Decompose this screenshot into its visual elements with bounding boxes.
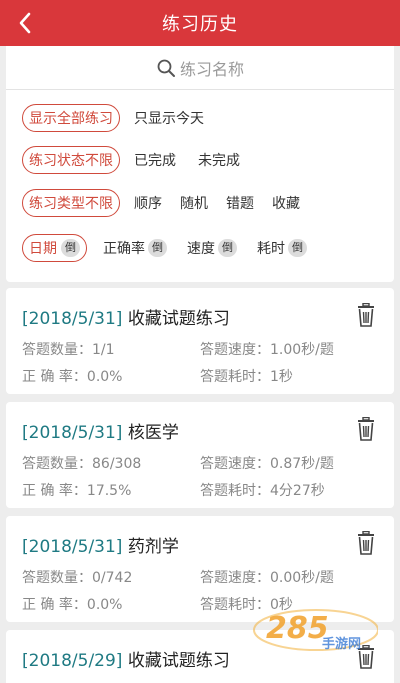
record-time: 答题耗时：1秒 xyxy=(200,369,293,385)
type-option-random[interactable]: 随机 xyxy=(180,193,208,213)
record-title: [2018/5/31] 收藏试题练习 xyxy=(22,304,230,329)
trash-icon[interactable] xyxy=(356,417,376,441)
sort-time-order-badge: 倒 xyxy=(288,239,307,257)
record-date: [2018/5/31] xyxy=(22,309,123,329)
filter-panel: 练习名称 显示全部练习 只显示今天 练习状态不限 已完成 未完成 练习类型不限 … xyxy=(6,46,394,282)
record-speed: 答题速度：0.87秒/题 xyxy=(200,456,334,472)
watermark-number: 285 xyxy=(266,611,329,646)
status-filter-selected[interactable]: 练习状态不限 xyxy=(22,146,120,174)
record-accuracy: 正 确 率：0.0% xyxy=(22,369,123,385)
sort-date-order-badge: 倒 xyxy=(61,239,80,257)
trash-icon[interactable] xyxy=(356,531,376,555)
type-filter-row: 练习类型不限 顺序 随机 错题 收藏 xyxy=(22,188,300,218)
status-filter-row: 练习状态不限 已完成 未完成 xyxy=(22,145,240,175)
sort-time[interactable]: 耗时 倒 xyxy=(257,238,307,258)
record-date: [2018/5/31] xyxy=(22,423,123,443)
record-card[interactable]: [2018/5/31] 核医学 答题数量：86/308 答题速度：0.87秒/题… xyxy=(6,402,394,508)
sort-accuracy[interactable]: 正确率 倒 xyxy=(103,238,167,258)
sort-speed-label: 速度 xyxy=(187,241,215,257)
sort-time-label: 耗时 xyxy=(257,241,285,257)
back-arrow-icon xyxy=(19,12,31,34)
record-name: 收藏试题练习 xyxy=(127,651,230,671)
scope-option-today[interactable]: 只显示今天 xyxy=(134,108,204,128)
type-option-sequential[interactable]: 顺序 xyxy=(134,193,162,213)
status-option-completed[interactable]: 已完成 xyxy=(134,150,176,170)
search-icon xyxy=(157,59,175,77)
search-placeholder: 练习名称 xyxy=(179,59,244,79)
trash-icon[interactable] xyxy=(356,303,376,327)
record-card[interactable]: [2018/5/31] 收藏试题练习 答题数量：1/1 答题速度：1.00秒/题… xyxy=(6,288,394,394)
record-speed: 答题速度：0.00秒/题 xyxy=(200,570,334,586)
record-date: [2018/5/29] xyxy=(22,651,123,671)
sort-speed-order-badge: 倒 xyxy=(218,239,237,257)
sort-speed[interactable]: 速度 倒 xyxy=(187,238,237,258)
record-title: [2018/5/29] 收藏试题练习 xyxy=(22,646,230,671)
record-count: 答题数量：86/308 xyxy=(22,456,142,472)
page-title: 练习历史 xyxy=(162,14,238,35)
status-option-incomplete[interactable]: 未完成 xyxy=(198,150,240,170)
record-title: [2018/5/31] 核医学 xyxy=(22,418,179,443)
scope-filter-selected[interactable]: 显示全部练习 xyxy=(22,104,120,132)
record-date: [2018/5/31] xyxy=(22,537,123,557)
type-option-wrong[interactable]: 错题 xyxy=(226,193,254,213)
type-option-favorite[interactable]: 收藏 xyxy=(272,193,300,213)
app-header: 练习历史 xyxy=(0,0,400,46)
record-count: 答题数量：1/1 xyxy=(22,342,115,358)
record-title: [2018/5/31] 药剂学 xyxy=(22,532,179,557)
sort-accuracy-order-badge: 倒 xyxy=(148,239,167,257)
search-input[interactable]: 练习名称 xyxy=(6,46,394,90)
record-count: 答题数量：0/742 xyxy=(22,570,133,586)
sort-accuracy-label: 正确率 xyxy=(103,241,145,257)
back-button[interactable] xyxy=(12,10,38,36)
watermark-text: 手游网 xyxy=(322,636,361,652)
record-name: 药剂学 xyxy=(127,537,179,557)
scope-filter-row: 显示全部练习 只显示今天 xyxy=(22,103,204,133)
record-name: 核医学 xyxy=(127,423,179,443)
type-filter-selected[interactable]: 练习类型不限 xyxy=(22,189,120,217)
record-accuracy: 正 确 率：17.5% xyxy=(22,483,132,499)
record-name: 收藏试题练习 xyxy=(127,309,230,329)
sort-date-selected[interactable]: 日期 倒 xyxy=(22,234,87,262)
record-time: 答题耗时：4分27秒 xyxy=(200,483,325,499)
sort-date-label: 日期 xyxy=(29,241,57,257)
watermark-logo: 285 手游网 xyxy=(253,609,378,652)
record-speed: 答题速度：1.00秒/题 xyxy=(200,342,334,358)
sort-row: 日期 倒 正确率 倒 速度 倒 耗时 倒 xyxy=(22,233,307,263)
record-accuracy: 正 确 率：0.0% xyxy=(22,597,123,613)
